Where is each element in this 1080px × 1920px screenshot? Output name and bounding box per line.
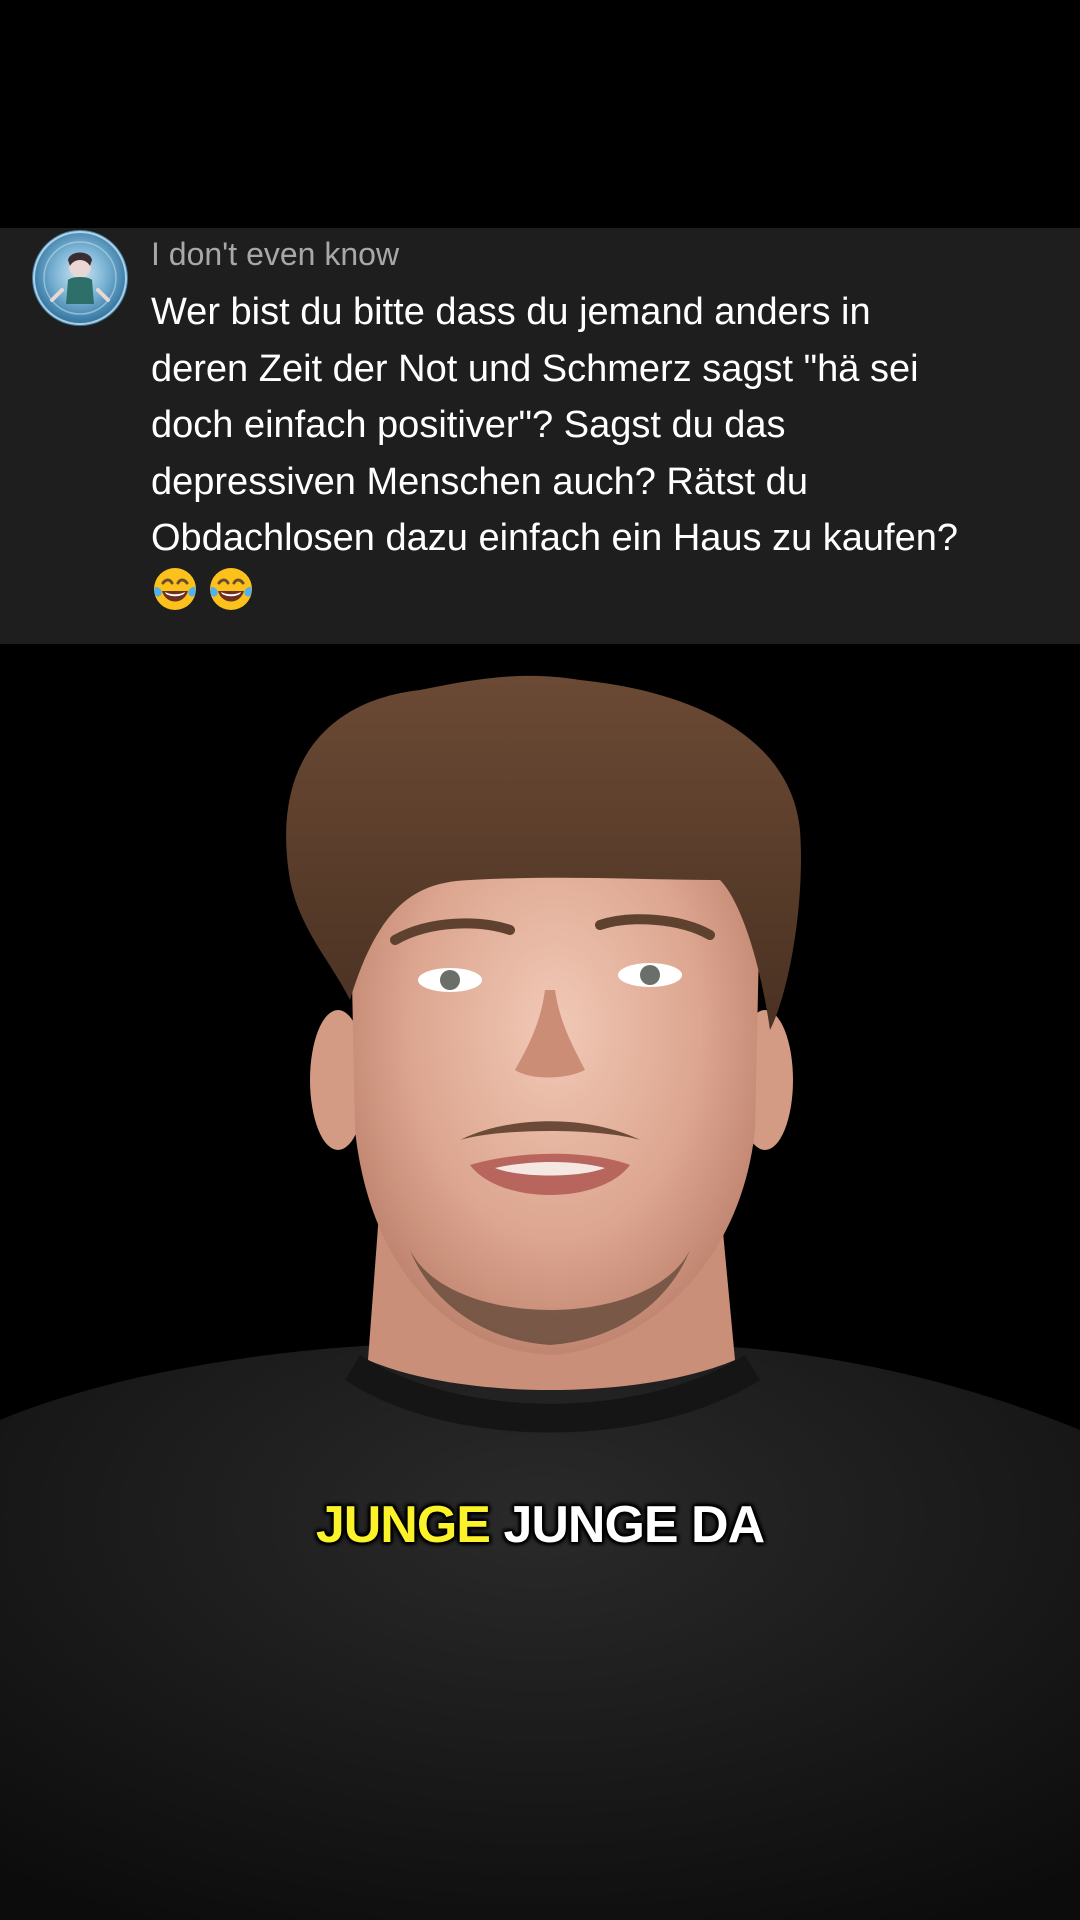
comment-text: Wer bist du bitte dass du jemand anders … — [151, 291, 958, 559]
face-with-tears-of-joy-icon — [207, 565, 255, 613]
video-caption: JUNGE JUNGE DA — [0, 1495, 1080, 1555]
face-with-tears-of-joy-icon — [151, 565, 199, 613]
caption-highlight-word: JUNGE — [315, 1496, 491, 1554]
comment-reply-card[interactable]: I don't even know Wer bist du bitte dass… — [0, 228, 1080, 644]
commenter-avatar[interactable] — [32, 230, 128, 326]
comment-emoji-row — [151, 565, 255, 621]
comment-username[interactable]: I don't even know — [151, 234, 399, 274]
caption-rest: JUNGE DA — [503, 1496, 765, 1554]
avatar-character-icon — [33, 231, 127, 325]
